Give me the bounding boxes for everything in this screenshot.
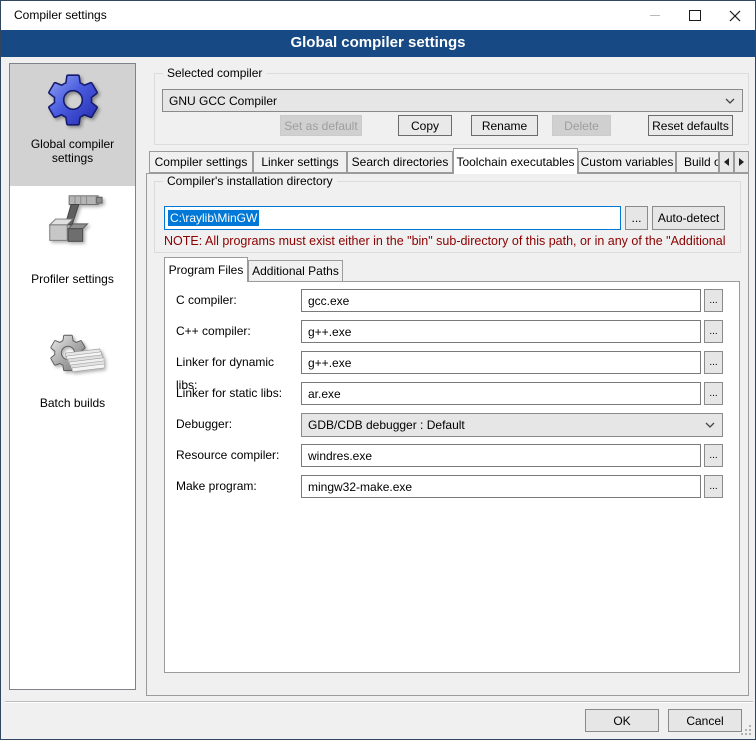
resize-grip[interactable] [740,724,752,736]
bin-subdirectory-note: NOTE: All programs must exist either in … [164,234,747,248]
debugger-label: Debugger: [176,413,298,436]
sidebar-item-batch-builds[interactable]: Batch builds [10,326,135,410]
window-title: Compiler settings [14,1,107,30]
reset-defaults-button[interactable]: Reset defaults [648,115,733,136]
dynamic-linker-browse-button[interactable]: ... [704,351,723,374]
dynamic-linker-input[interactable] [301,351,701,374]
selected-compiler-group: Selected compiler GNU GCC Compiler Set a… [154,73,749,145]
blue-gear-icon [42,69,104,131]
static-linker-browse-button[interactable]: ... [704,382,723,405]
maximize-icon [689,10,701,21]
close-button[interactable] [715,1,755,30]
tab-build-options[interactable]: Build options [676,151,719,173]
make-program-label: Make program: [176,475,298,498]
debugger-select-value: GDB/CDB debugger : Default [308,418,705,432]
copy-button[interactable]: Copy [398,115,452,136]
auto-detect-button[interactable]: Auto-detect [652,206,725,230]
rename-button[interactable]: Rename [471,115,538,136]
cpp-compiler-browse-button[interactable]: ... [704,320,723,343]
cpp-compiler-input[interactable] [301,320,701,343]
tab-toolchain-executables[interactable]: Toolchain executables [453,148,578,174]
close-icon [729,10,741,22]
compiler-select[interactable]: GNU GCC Compiler [162,89,743,112]
sidebar: Global compiler settings Profiler settin… [9,63,136,690]
delete-button: Delete [552,115,611,136]
cancel-button[interactable]: Cancel [668,709,742,732]
titlebar: Compiler settings [1,1,755,30]
scroll-left-icon [724,158,729,166]
tab-compiler-settings[interactable]: Compiler settings [149,151,253,173]
subtab-additional-paths[interactable]: Additional Paths [248,260,343,282]
sidebar-item-label: Batch builds [36,396,109,410]
minimize-button [635,1,675,30]
tab-custom-variables[interactable]: Custom variables [578,151,676,173]
chevron-down-icon [705,422,715,428]
c-compiler-label: C compiler: [176,289,298,312]
tab-search-directories[interactable]: Search directories [347,151,453,173]
resource-compiler-browse-button[interactable]: ... [704,444,723,467]
cpp-compiler-label: C++ compiler: [176,320,298,343]
minimize-icon [650,15,660,16]
set-as-default-button: Set as default [280,115,362,136]
tab-scroll-left-button[interactable] [719,151,734,173]
ok-button[interactable]: OK [585,709,659,732]
make-program-browse-button[interactable]: ... [704,475,723,498]
c-compiler-input[interactable] [301,289,701,312]
page-title: Global compiler settings [1,30,755,57]
installation-directory-group-label: Compiler's installation directory [163,174,337,188]
chevron-down-icon [725,98,735,104]
sidebar-item-label: Global compiler settings [10,137,135,165]
compiler-settings-window: Compiler settings Global compiler settin… [0,0,756,740]
resource-compiler-label: Resource compiler: [176,444,298,467]
installation-directory-input[interactable]: C:\raylib\MinGW [164,206,621,230]
tab-linker-settings[interactable]: Linker settings [253,151,347,173]
compiler-select-value: GNU GCC Compiler [169,94,725,108]
debugger-select[interactable]: GDB/CDB debugger : Default [301,413,723,437]
scroll-right-icon [739,158,744,166]
c-compiler-browse-button[interactable]: ... [704,289,723,312]
make-program-input[interactable] [301,475,701,498]
resource-compiler-input[interactable] [301,444,701,467]
caption-buttons [635,1,755,30]
sidebar-item-profiler-settings[interactable]: Profiler settings [10,190,135,286]
tab-scroll-right-button[interactable] [734,151,749,173]
static-linker-input[interactable] [301,382,701,405]
sidebar-item-global-compiler-settings[interactable]: Global compiler settings [10,64,135,186]
sidebar-item-label: Profiler settings [27,272,118,286]
installation-directory-value: C:\raylib\MinGW [168,210,259,226]
selected-compiler-group-label: Selected compiler [163,66,266,80]
browse-directory-button[interactable]: ... [625,206,648,230]
footer-divider [5,701,753,703]
gray-gear-papers-icon [42,326,104,388]
maximize-button[interactable] [675,1,715,30]
caliper-blocks-icon [42,190,104,252]
static-linker-label: Linker for static libs: [176,382,298,405]
subtab-program-files[interactable]: Program Files [164,257,248,282]
